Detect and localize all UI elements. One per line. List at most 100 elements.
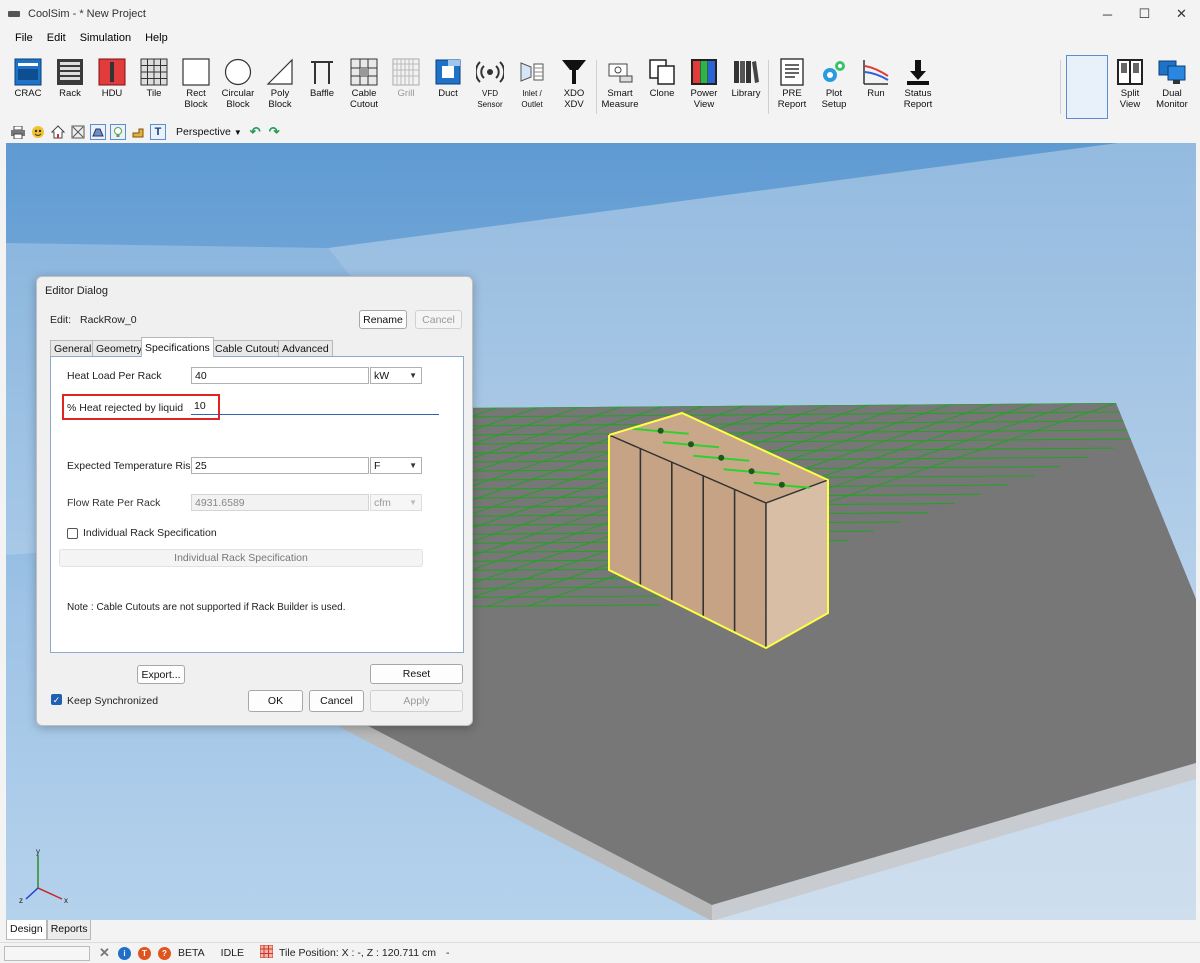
text-icon[interactable]: T [150, 124, 166, 140]
individual-rack-checkbox-label: Individual Rack Specification [83, 527, 217, 539]
rename-button[interactable]: Rename [359, 310, 407, 329]
edit-label: Edit: [50, 314, 72, 326]
camera-icon[interactable] [30, 124, 46, 140]
temp-rise-unit-select[interactable]: F ▼ [370, 457, 422, 474]
toolbar-button-crac[interactable]: CRAC [7, 58, 49, 99]
toolbar-button-label: CRAC [14, 88, 42, 99]
fit-icon[interactable] [70, 124, 86, 140]
window-title: CoolSim - * New Project [28, 8, 146, 20]
redo-icon[interactable]: ↷ [269, 124, 280, 140]
duct-icon [434, 58, 462, 86]
close-icon[interactable]: ✕ [98, 945, 111, 960]
individual-rack-checkbox[interactable] [67, 528, 78, 539]
power-view-icon [690, 58, 718, 86]
menu-help[interactable]: Help [138, 32, 175, 44]
heat-rejected-input[interactable]: 10 [191, 398, 439, 415]
dialog-title: Editor Dialog [45, 285, 108, 297]
toolbar-button-label: Rack [59, 88, 81, 99]
tools-icon[interactable]: T [138, 946, 151, 960]
menu-edit[interactable]: Edit [40, 32, 73, 44]
axis-z-label: z [19, 896, 23, 905]
floor-icon[interactable] [90, 124, 106, 140]
toolbar-button-run[interactable]: Run [855, 58, 897, 99]
toolbar-button-label: Plot Setup [821, 88, 847, 110]
hand-icon[interactable] [130, 124, 146, 140]
toolbar-button-label: Smart Measure [601, 88, 639, 110]
toolbar-button-grill[interactable]: Grill [385, 58, 427, 99]
apply-button[interactable]: Apply [370, 690, 463, 712]
toolbar-button-split-view[interactable]: Split View [1109, 58, 1151, 110]
axis-x-label: x [64, 896, 68, 905]
tab-advanced[interactable]: Advanced [278, 340, 333, 356]
tab-specifications[interactable]: Specifications [141, 337, 214, 357]
tab-design[interactable]: Design [6, 920, 47, 940]
toolbar-button-duct[interactable]: Duct [427, 58, 469, 99]
heat-load-input[interactable]: 40 [191, 367, 369, 384]
cable-cutout-note: Note : Cable Cutouts are not supported i… [67, 602, 346, 613]
temp-rise-input[interactable]: 25 [191, 457, 369, 474]
export-button[interactable]: Export... [137, 665, 185, 684]
help-icon[interactable]: ? [158, 946, 171, 960]
toolbar-button-dual-monitor[interactable]: Dual Monitor [1151, 58, 1193, 110]
keep-synchronized-label: Keep Synchronized [67, 695, 159, 707]
reset-button[interactable]: Reset [370, 664, 463, 684]
ok-button[interactable]: OK [248, 690, 303, 712]
toolbar-button-circular-block[interactable]: Circular Block [217, 58, 259, 110]
toolbar-button-xdo-xdv[interactable]: XDO XDV [553, 58, 595, 110]
tile-icon [140, 58, 168, 86]
toolbar-button-baffle[interactable]: Baffle [301, 58, 343, 99]
individual-rack-button[interactable]: Individual Rack Specification [59, 549, 423, 567]
plot-setup-icon [820, 58, 848, 86]
toolbar-separator [596, 60, 597, 114]
toolbar-button-poly-block[interactable]: Poly Block [259, 58, 301, 110]
toolbar-button-label: PRE Report [777, 88, 807, 110]
toolbar-button-rect-block[interactable]: Rect Block [175, 58, 217, 110]
flow-rate-unit-select: cfm ▼ [370, 494, 422, 511]
toolbar-button-status-report[interactable]: Status Report [897, 58, 939, 110]
axis-y-label: y [36, 847, 40, 856]
projection-dropdown[interactable]: Perspective [176, 126, 231, 138]
toolbar-button-label: Clone [649, 88, 675, 99]
tab-geometry[interactable]: Geometry [92, 340, 147, 356]
info-icon[interactable]: i [118, 946, 131, 960]
close-button[interactable]: ✕ [1163, 0, 1200, 28]
toolbar-button-hdu[interactable]: HDU [91, 58, 133, 99]
menu-file[interactable]: File [8, 32, 40, 44]
toolbar-button-rack[interactable]: Rack [49, 58, 91, 99]
state-label: IDLE [220, 947, 244, 959]
toolbar-button-label: Duct [438, 88, 458, 99]
toolbar-button-power-view[interactable]: Power View [683, 58, 725, 110]
minimize-button[interactable]: ─ [1089, 0, 1126, 28]
toolbar-button-clone[interactable]: Clone [641, 58, 683, 99]
undo-icon[interactable]: ↶ [250, 124, 261, 140]
maximize-button[interactable]: ☐ [1126, 0, 1163, 28]
print-icon[interactable] [10, 124, 26, 140]
light-icon[interactable] [110, 124, 126, 140]
toolbar-button-tile[interactable]: Tile [133, 58, 175, 99]
toolbar-button-library[interactable]: Library [725, 58, 767, 99]
xdo-xdv-icon [560, 58, 588, 86]
chevron-down-icon[interactable]: ▼ [234, 128, 242, 137]
highlight-annotation [62, 394, 220, 420]
heat-load-unit-value: kW [374, 369, 390, 382]
temp-rise-label: Expected Temperature Rise [67, 460, 197, 472]
heat-load-unit-select[interactable]: kW ▼ [370, 367, 422, 384]
tab-general[interactable]: General [50, 340, 96, 356]
toolbar-button-smart-measure[interactable]: Smart Measure [599, 58, 641, 110]
toolbar-button-label: Baffle [309, 88, 335, 99]
toolbar-button-label: Status Report [903, 88, 933, 110]
keep-synchronized-checkbox[interactable]: ✓ [51, 694, 62, 705]
toolbar-button-pre-report[interactable]: PRE Report [771, 58, 813, 110]
cancel-button[interactable]: Cancel [309, 690, 364, 712]
rack-vent-node [718, 454, 725, 461]
toolbar-button-vfd-sensor[interactable]: VFD Sensor [469, 58, 511, 110]
toolbar-button-cable-cutout[interactable]: Cable Cutout [343, 58, 385, 110]
menu-simulation[interactable]: Simulation [73, 32, 138, 44]
cancel-top-button[interactable]: Cancel [415, 310, 462, 329]
toolbar-button-inlet-outlet[interactable]: Inlet / Outlet [511, 58, 553, 110]
tab-cable-cutouts[interactable]: Cable Cutouts [211, 340, 286, 356]
home-icon[interactable] [50, 124, 66, 140]
tab-reports[interactable]: Reports [46, 920, 92, 940]
toolbar-button-plot-setup[interactable]: Plot Setup [813, 58, 855, 110]
status-field [4, 945, 90, 961]
